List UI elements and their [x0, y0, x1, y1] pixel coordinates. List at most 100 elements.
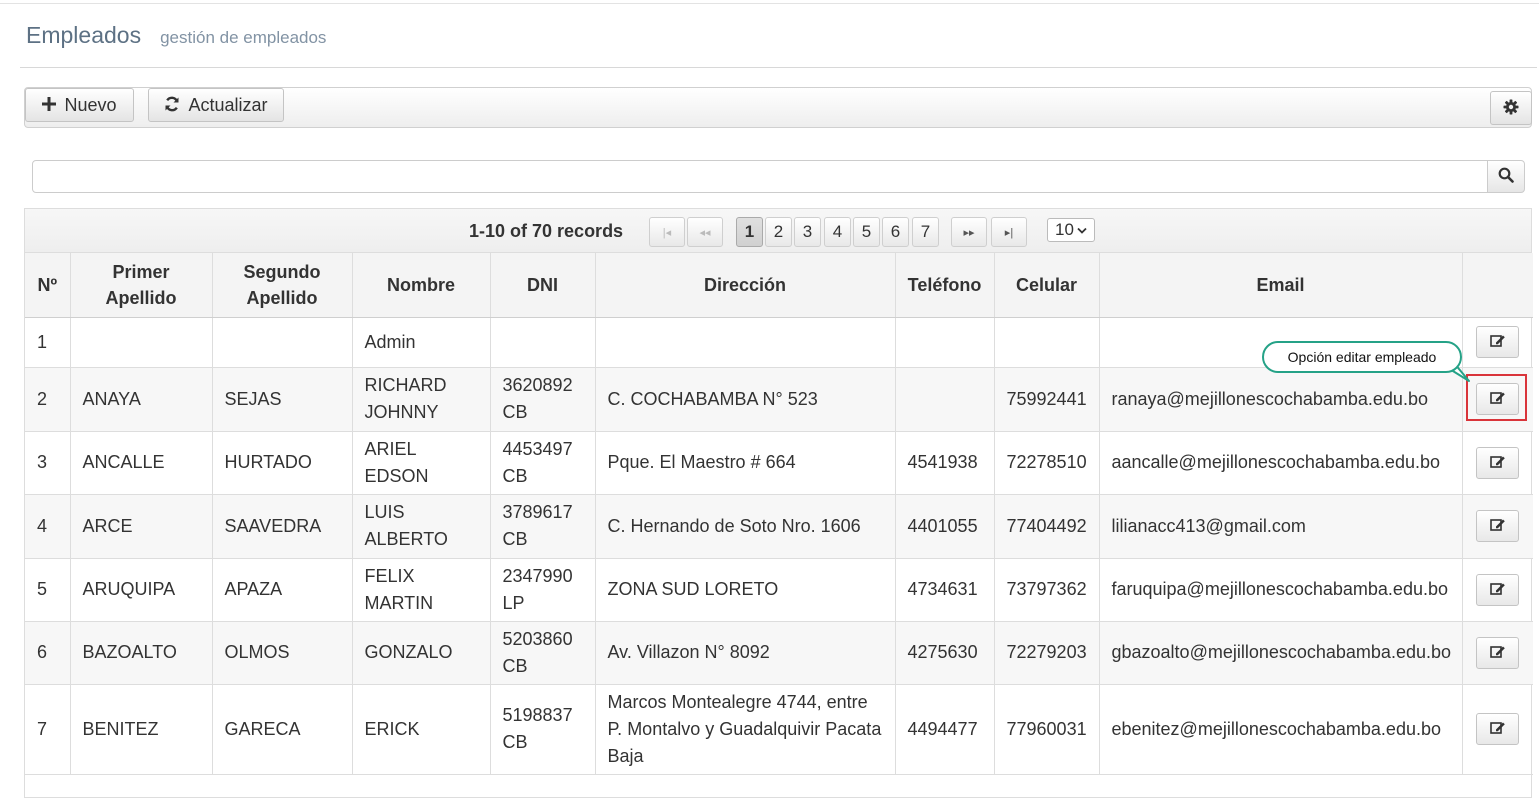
column-header-address[interactable]: Dirección [595, 253, 896, 318]
edit-icon [1489, 333, 1506, 351]
column-header-number[interactable]: Nº [25, 253, 71, 318]
edit-employee-button[interactable] [1476, 573, 1520, 606]
cell-address: C. COCHABAMBA N° 523 [595, 367, 896, 432]
cell-second-surname: GARECA [212, 684, 353, 775]
new-button-label: Nuevo [64, 94, 117, 115]
cell-first-surname: BAZOALTO [70, 621, 213, 685]
cell-mobile: 77960031 [994, 684, 1100, 775]
next-page-icon: ▸▸ [963, 226, 975, 239]
cell-address: C. Hernando de Soto Nro. 1606 [595, 494, 896, 559]
edit-employee-button[interactable] [1476, 713, 1520, 745]
cell-first-surname: BENITEZ [70, 684, 213, 775]
edit-icon [1489, 720, 1506, 738]
column-header-name[interactable]: Nombre [352, 253, 491, 318]
cell-first-surname: ANAYA [70, 367, 213, 432]
table-row: 6 BAZOALTO OLMOS GONZALO 5203860 CB Av. Villa… [25, 621, 1533, 685]
edit-employee-button[interactable] [1476, 446, 1520, 479]
cell-name: GONZALO [352, 621, 491, 685]
header-divider [20, 67, 1537, 68]
page-button-1[interactable]: 1 [736, 217, 763, 247]
page-title: Empleados [26, 22, 142, 48]
cell-phone [895, 367, 995, 432]
cell-number: 6 [25, 621, 71, 685]
cell-name: RICHARD JOHNNY [352, 367, 491, 432]
cell-number: 2 [25, 367, 71, 432]
refresh-button[interactable]: Actualizar [148, 88, 284, 122]
cell-second-surname: SAAVEDRA [212, 494, 353, 559]
page-size-value: 10 [1055, 220, 1074, 239]
pager: 1-10 of 70 records |◂ ◂◂ 1234567 ▸▸ ▸| 1… [25, 209, 1531, 253]
cell-name: Admin [352, 317, 491, 368]
search-input[interactable] [32, 160, 1488, 193]
cell-mobile: 72278510 [994, 431, 1100, 495]
cell-email: lilianacc413@gmail.com [1099, 494, 1463, 559]
cell-actions [1462, 684, 1533, 775]
table-row: 7 BENITEZ GARECA ERICK 5198837 CB Marcos Mont… [25, 684, 1533, 775]
cell-name: ARIEL EDSON [352, 431, 491, 495]
next-page-button[interactable]: ▸▸ [951, 217, 987, 247]
refresh-icon [164, 96, 180, 115]
cell-address: Av. Villazon N° 8092 [595, 621, 896, 685]
cell-actions [1462, 494, 1533, 559]
cell-mobile [994, 317, 1100, 368]
page-subtitle: gestión de empleados [160, 28, 327, 47]
chevron-down-icon [1077, 220, 1087, 240]
page-button-4[interactable]: 4 [824, 217, 851, 247]
column-header-dni[interactable]: DNI [490, 253, 596, 318]
page-size-select[interactable]: 10 [1047, 218, 1095, 242]
last-page-button[interactable]: ▸| [991, 217, 1027, 247]
cell-second-surname: APAZA [212, 558, 353, 622]
first-page-button[interactable]: |◂ [649, 217, 685, 247]
last-page-icon: ▸| [1004, 226, 1014, 239]
cell-number: 5 [25, 558, 71, 622]
table-row: 5 ARUQUIPA APAZA FELIX MARTIN 2347990 LP ZONA… [25, 558, 1533, 622]
page-button-7[interactable]: 7 [912, 217, 939, 247]
cell-email: faruquipa@mejillonescochabamba.edu.bo [1099, 558, 1463, 622]
page-button-2[interactable]: 2 [765, 217, 792, 247]
cell-name: LUIS ALBERTO [352, 494, 491, 559]
cell-second-surname [212, 317, 353, 368]
first-page-icon: |◂ [662, 226, 672, 239]
search-icon [1498, 167, 1514, 185]
page-button-6[interactable]: 6 [882, 217, 909, 247]
search-button[interactable] [1487, 160, 1525, 193]
table-row: 3 ANCALLE HURTADO ARIEL EDSON 4453497 CB Pque… [25, 431, 1533, 495]
toolbar: Nuevo Actualizar [24, 87, 1532, 128]
edit-employee-button[interactable] [1476, 510, 1520, 542]
settings-button[interactable] [1490, 91, 1532, 125]
cell-actions [1462, 317, 1533, 368]
cell-dni: 5198837 CB [490, 684, 596, 775]
cell-actions [1462, 431, 1533, 495]
employees-grid: 1-10 of 70 records |◂ ◂◂ 1234567 ▸▸ ▸| 1… [24, 208, 1533, 798]
column-header-first-surname[interactable]: Primer Apellido [70, 253, 213, 318]
prev-page-icon: ◂◂ [699, 226, 711, 239]
cell-phone: 4541938 [895, 431, 995, 495]
cell-phone: 4734631 [895, 558, 995, 622]
column-header-mobile[interactable]: Celular [994, 253, 1100, 318]
cell-phone: 4275630 [895, 621, 995, 685]
employees-table: Nº Primer Apellido Segundo Apellido Nomb… [25, 253, 1533, 775]
cell-phone: 4401055 [895, 494, 995, 559]
column-header-actions [1462, 253, 1533, 318]
column-header-second-surname[interactable]: Segundo Apellido [212, 253, 353, 318]
page-header: Empleados gestión de empleados [26, 22, 326, 49]
cell-number: 7 [25, 684, 71, 775]
column-header-phone[interactable]: Teléfono [895, 253, 995, 318]
new-button[interactable]: Nuevo [25, 88, 134, 122]
cell-second-surname: HURTADO [212, 431, 353, 495]
cell-number: 1 [25, 317, 71, 368]
cell-email: aancalle@mejillonescochabamba.edu.bo [1099, 431, 1463, 495]
prev-page-button[interactable]: ◂◂ [687, 217, 723, 247]
cell-first-surname: ANCALLE [70, 431, 213, 495]
edit-employee-button[interactable] [1476, 636, 1520, 669]
cell-name: ERICK [352, 684, 491, 775]
column-header-email[interactable]: Email [1099, 253, 1463, 318]
page-button-3[interactable]: 3 [794, 217, 821, 247]
cell-dni: 3620892 CB [490, 367, 596, 432]
page-button-5[interactable]: 5 [853, 217, 880, 247]
plus-icon [42, 96, 57, 114]
gear-icon [1503, 99, 1519, 118]
cell-second-surname: SEJAS [212, 367, 353, 432]
cell-second-surname: OLMOS [212, 621, 353, 685]
edit-employee-button[interactable] [1476, 326, 1520, 358]
